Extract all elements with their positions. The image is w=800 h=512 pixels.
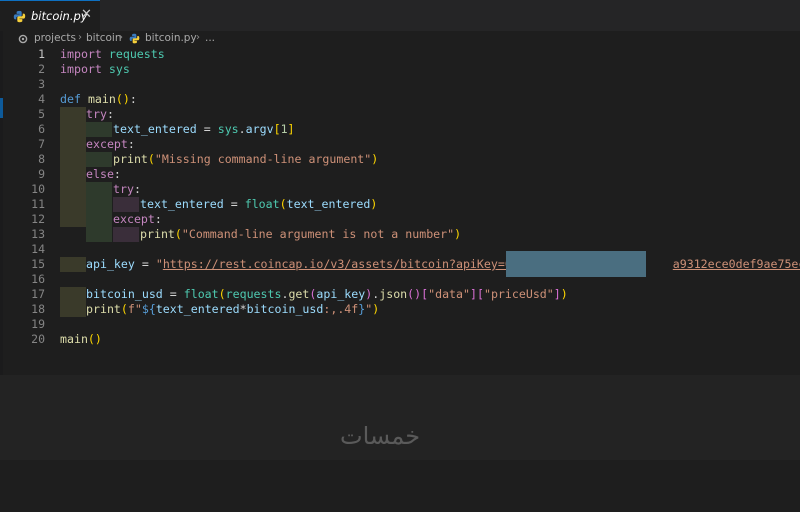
line-number: 19 xyxy=(31,317,45,331)
code-line-7: except: xyxy=(86,137,135,151)
line-number: 14 xyxy=(31,242,45,256)
line-number: 12 xyxy=(31,212,45,226)
code-line-4: def main(): xyxy=(60,92,137,106)
redacted-api-key-box xyxy=(506,251,646,277)
breadcrumb-item-bitcoin[interactable]: bitcoin xyxy=(86,32,121,44)
close-icon[interactable]: ✕ xyxy=(81,7,92,22)
code-line-9: else: xyxy=(86,167,121,181)
indent-guide xyxy=(86,182,112,242)
line-number: 3 xyxy=(38,77,45,91)
watermark-logo: خمسات xyxy=(340,422,421,450)
line-number: 15 xyxy=(31,257,45,271)
line-number: 11 xyxy=(31,197,45,211)
line-number: 7 xyxy=(38,137,45,151)
breadcrumb-item-symbol[interactable]: ... xyxy=(205,32,215,44)
code-line-8: print("Missing command-line argument") xyxy=(113,152,379,166)
indent-guide xyxy=(60,107,86,227)
code-line-12: except: xyxy=(113,212,162,226)
code-line-2: import sys xyxy=(60,62,130,76)
code-line-5: try: xyxy=(86,107,114,121)
activity-edge xyxy=(0,31,3,376)
indent-guide xyxy=(60,257,86,272)
chevron-right-icon: › xyxy=(119,32,123,43)
indent-guide xyxy=(113,197,139,212)
breadcrumb-item-file[interactable]: bitcoin.py xyxy=(145,32,197,44)
line-number: 2 xyxy=(38,62,45,76)
indent-guide xyxy=(60,287,86,317)
code-line-17: bitcoin_usd = float(requests.get(api_key… xyxy=(86,287,568,301)
code-line-13: print("Command-line argument is not a nu… xyxy=(140,227,462,241)
breadcrumb-item-projects[interactable]: projects xyxy=(34,32,76,44)
breadcrumb: projects › bitcoin › bitcoin.py › ... xyxy=(0,31,800,47)
chevron-right-icon: › xyxy=(78,32,82,43)
line-number: 16 xyxy=(31,272,45,286)
indent-guide xyxy=(113,227,139,242)
code-line-11: text_entered = float(text_entered) xyxy=(140,197,378,211)
tab-filename: bitcoin.py xyxy=(31,9,88,23)
line-number: 5 xyxy=(38,107,45,121)
line-number: 6 xyxy=(38,122,45,136)
line-number: 20 xyxy=(31,332,45,346)
git-commit-icon xyxy=(18,34,28,44)
code-line-10: try: xyxy=(113,182,141,196)
python-icon xyxy=(129,33,140,44)
line-number: 9 xyxy=(38,167,45,181)
line-number: 4 xyxy=(38,92,45,106)
python-icon xyxy=(13,10,26,23)
code-line-18: print(f"${text_entered*bitcoin_usd:,.4f}… xyxy=(86,302,380,316)
code-line-20: main() xyxy=(60,332,102,346)
code-line-15: api_key = "https://rest.coincap.io/v3/as… xyxy=(86,257,800,271)
line-number: 10 xyxy=(31,182,45,196)
scroll-marker xyxy=(0,98,3,118)
indent-guide xyxy=(86,152,112,167)
code-line-6: text_entered = sys.argv[1] xyxy=(113,122,295,136)
code-line-1: import requests xyxy=(60,47,165,61)
line-number: 18 xyxy=(31,302,45,316)
line-number: 8 xyxy=(38,152,45,166)
indent-guide xyxy=(86,122,112,137)
chevron-right-icon: › xyxy=(196,32,200,43)
tab-bitcoin-py[interactable]: bitcoin.py ✕ xyxy=(0,0,100,31)
line-number: 17 xyxy=(31,287,45,301)
tab-bar: bitcoin.py ✕ xyxy=(0,0,800,31)
line-number: 1 xyxy=(38,47,45,61)
line-number: 13 xyxy=(31,227,45,241)
